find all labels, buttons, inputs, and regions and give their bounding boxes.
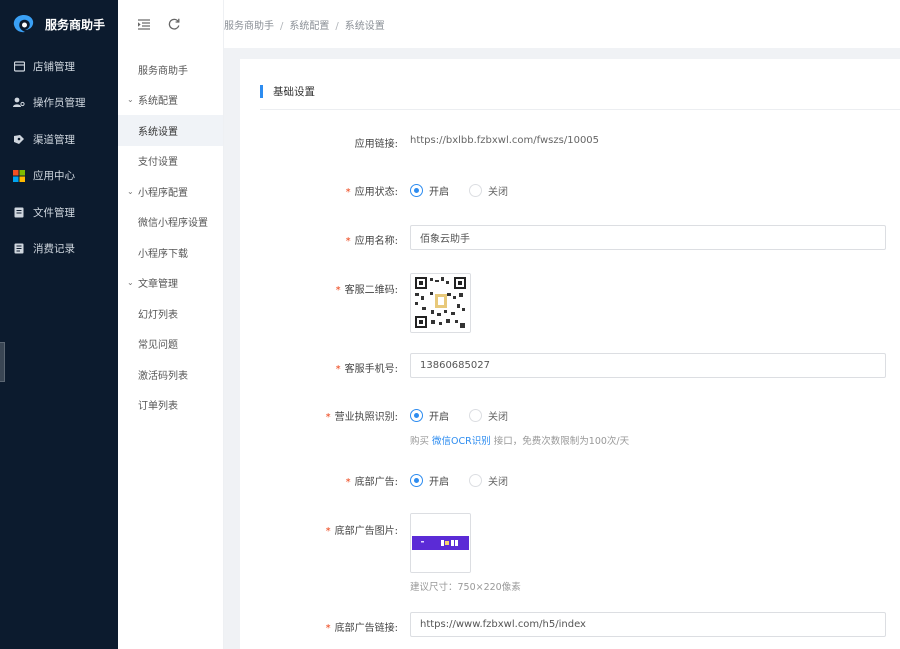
sidebar-item-channels[interactable]: 渠道管理 — [0, 121, 118, 158]
menu-fold-icon — [138, 18, 150, 30]
bottom-ad-link-label: * 底部广告链接: — [325, 623, 398, 634]
sidebar-item-files[interactable]: 文件管理 — [0, 194, 118, 231]
top-bar: 服务商助手 / 系统配置 / 系统设置 — [138, 0, 900, 48]
logo-icon — [13, 15, 34, 33]
app-status-off-radio[interactable]: 关闭 — [469, 183, 508, 198]
refresh-button[interactable] — [162, 12, 186, 36]
submenu-item-label: 服务商助手 — [138, 65, 188, 77]
sidebar-item-app-center[interactable]: 应用中心 — [0, 158, 118, 195]
bottom-ad-image[interactable] — [410, 513, 471, 573]
sidebar-item-label: 操作员管理 — [33, 97, 86, 110]
sidebar-item-label: 文件管理 — [33, 206, 75, 219]
app-logo[interactable]: 服务商助手 — [0, 0, 118, 48]
qr-code-icon — [411, 274, 470, 332]
record-icon — [13, 243, 25, 255]
chevron-down-icon: ⌄ — [127, 278, 134, 288]
submenu-group-articles[interactable]: ⌄ 文章管理 — [118, 268, 223, 299]
submenu-item-label: 订单列表 — [138, 401, 178, 413]
title-accent-bar — [260, 84, 263, 98]
qrcode-image[interactable] — [410, 273, 471, 333]
qrcode-label: * 客服二维码: — [335, 285, 398, 296]
license-off-radio[interactable]: 关闭 — [469, 408, 508, 423]
app-name-label: * 应用名称: — [345, 236, 398, 247]
submenu-item-label: 系统设置 — [138, 126, 178, 138]
breadcrumb: 服务商助手 / 系统配置 / 系统设置 — [224, 20, 385, 32]
wechat-ocr-link[interactable]: 微信OCR识别 — [432, 436, 491, 447]
submenu-item-faq[interactable]: 常见问题 — [118, 329, 223, 360]
sidebar-item-label: 消费记录 — [33, 243, 75, 256]
phone-label: * 客服手机号: — [335, 364, 398, 375]
submenu-group-label: 小程序配置 — [138, 187, 188, 199]
app-status-on-radio[interactable]: 开启 — [410, 183, 449, 198]
chevron-down-icon: ⌄ — [127, 186, 134, 196]
user-key-icon — [13, 97, 25, 109]
collapse-menu-button[interactable] — [132, 12, 156, 36]
submenu-item-mp-download[interactable]: 小程序下载 — [118, 237, 223, 268]
submenu-item-label: 小程序下载 — [138, 248, 188, 260]
bottom-ad-off-radio[interactable]: 关闭 — [469, 473, 508, 488]
sidebar-item-label: 渠道管理 — [33, 133, 75, 146]
bottom-ad-on-radio[interactable]: 开启 — [410, 473, 449, 488]
license-label: * 营业执照识别: — [325, 412, 398, 423]
settings-panel: 基础设置 应用链接: https://bxlbb.fzbxwl.com/fwsz… — [240, 59, 900, 649]
app-status-radio-group: 开启 关闭 — [410, 183, 528, 198]
submenu-item-payment-settings[interactable]: 支付设置 — [118, 146, 223, 177]
breadcrumb-item[interactable]: 系统配置 — [289, 21, 329, 32]
submenu-group-label: 文章管理 — [138, 279, 178, 291]
license-on-radio[interactable]: 开启 — [410, 408, 449, 423]
sidebar-item-label: 店铺管理 — [33, 60, 75, 73]
bottom-ad-image-label: * 底部广告图片: — [325, 526, 398, 537]
submenu-item-home[interactable]: 服务商助手 — [118, 54, 223, 85]
submenu-group-miniprogram[interactable]: ⌄ 小程序配置 — [118, 176, 223, 207]
sidebar-item-operators[interactable]: 操作员管理 — [0, 85, 118, 122]
license-radio-group: 开启 关闭 — [410, 408, 528, 423]
sidebar-drag-handle[interactable] — [0, 342, 5, 382]
bottom-ad-radio-group: 开启 关闭 — [410, 473, 528, 488]
bottom-ad-label: * 底部广告: — [345, 477, 398, 488]
submenu-item-system-settings[interactable]: 系统设置 — [118, 115, 223, 146]
sidebar-item-records[interactable]: 消费记录 — [0, 231, 118, 268]
license-hint: 购买 微信OCR识别 接口，免费次数限制为100次/天 — [410, 436, 630, 447]
bottom-ad-link-input[interactable]: https://www.fzbxwl.com/h5/index — [410, 612, 886, 637]
channel-icon — [13, 133, 25, 145]
sidebar-item-label: 应用中心 — [33, 170, 75, 183]
file-icon — [13, 206, 25, 218]
submenu-item-label: 幻灯列表 — [138, 309, 178, 321]
store-icon — [13, 60, 25, 72]
breadcrumb-item-current: 系统设置 — [344, 20, 385, 32]
submenu-item-label: 支付设置 — [138, 157, 178, 169]
submenu-item-orders[interactable]: 订单列表 — [118, 390, 223, 421]
submenu-item-slides[interactable]: 幻灯列表 — [118, 298, 223, 329]
breadcrumb-item[interactable]: 服务商助手 — [224, 21, 274, 32]
ad-banner-icon — [411, 514, 470, 572]
app-status-label: * 应用状态: — [345, 187, 398, 198]
submenu-group-label: 系统配置 — [138, 96, 178, 108]
section-title-text: 基础设置 — [273, 85, 315, 98]
app-link-value: https://bxlbb.fzbxwl.com/fwszs/10005 — [410, 135, 600, 146]
submenu-group-system[interactable]: ⌄ 系统配置 — [118, 85, 223, 116]
chevron-down-icon: ⌄ — [127, 95, 134, 105]
submenu-item-wechat-mp-settings[interactable]: 微信小程序设置 — [118, 207, 223, 238]
required-mark: * — [345, 187, 351, 198]
app-name-input[interactable]: 佰象云助手 — [410, 225, 886, 250]
app-grid-icon — [13, 169, 25, 182]
submenu-item-label: 激活码列表 — [138, 370, 188, 382]
app-link-label: 应用链接: — [354, 139, 398, 150]
bottom-ad-image-hint: 建议尺寸：750×220像素 — [410, 582, 521, 593]
divider — [260, 109, 900, 110]
main-sidebar: 服务商助手 店铺管理 操作员管理 渠道管理 应用中心 文件管理 消费记录 — [0, 0, 118, 649]
sidebar-item-store[interactable]: 店铺管理 — [0, 48, 118, 85]
phone-input[interactable]: 13860685027 — [410, 353, 886, 378]
sub-menu: 服务商助手 ⌄ 系统配置 系统设置 支付设置 ⌄ 小程序配置 微信小程序设置 小… — [118, 0, 224, 649]
app-title: 服务商助手 — [45, 17, 106, 32]
submenu-item-label: 微信小程序设置 — [138, 218, 208, 230]
submenu-item-activation-codes[interactable]: 激活码列表 — [118, 359, 223, 390]
section-title: 基础设置 — [260, 84, 315, 98]
submenu-item-label: 常见问题 — [138, 340, 178, 352]
refresh-icon — [168, 18, 180, 30]
